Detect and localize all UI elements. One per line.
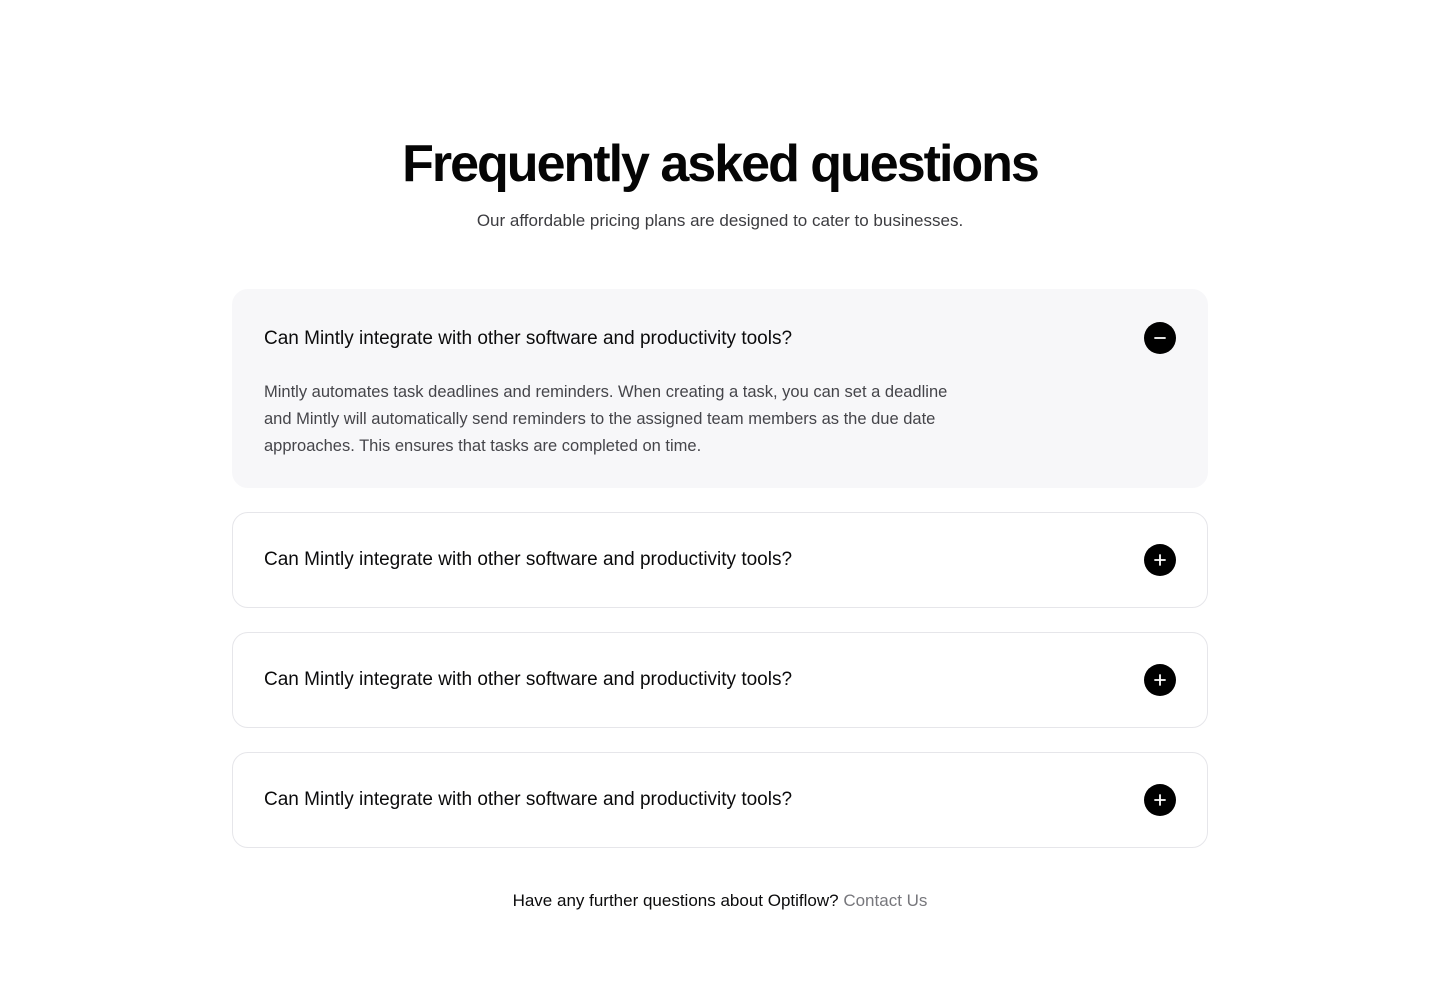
faq-list: Can Mintly integrate with other software… bbox=[232, 289, 1208, 872]
faq-question[interactable]: Can Mintly integrate with other software… bbox=[264, 547, 792, 573]
page-subtitle: Our affordable pricing plans are designe… bbox=[476, 211, 964, 230]
collapse-button[interactable] bbox=[1144, 322, 1176, 354]
page-title: Frequently asked questions bbox=[402, 135, 1040, 193]
plus-icon bbox=[1154, 554, 1166, 566]
faq-question[interactable]: Can Mintly integrate with other software… bbox=[264, 667, 792, 693]
expand-button[interactable] bbox=[1144, 664, 1176, 696]
faq-item-4[interactable]: Can Mintly integrate with other software… bbox=[232, 752, 1208, 848]
minus-icon bbox=[1154, 337, 1166, 339]
faq-item-3[interactable]: Can Mintly integrate with other software… bbox=[232, 632, 1208, 728]
contact-us-link[interactable]: Contact Us bbox=[843, 891, 927, 910]
faq-answer: Mintly automates task deadlines and remi… bbox=[264, 383, 948, 455]
plus-icon bbox=[1154, 794, 1166, 806]
faq-footer: Have any further questions about Optiflo… bbox=[0, 889, 1440, 913]
faq-question[interactable]: Can Mintly integrate with other software… bbox=[264, 787, 792, 813]
faq-section: Frequently asked questions Our affordabl… bbox=[0, 0, 1440, 1000]
faq-item-1[interactable]: Can Mintly integrate with other software… bbox=[232, 289, 1208, 488]
expand-button[interactable] bbox=[1144, 544, 1176, 576]
plus-icon bbox=[1154, 674, 1166, 686]
faq-item-2[interactable]: Can Mintly integrate with other software… bbox=[232, 512, 1208, 608]
footer-text: Have any further questions about Optiflo… bbox=[512, 891, 844, 910]
expand-button[interactable] bbox=[1144, 784, 1176, 816]
faq-question[interactable]: Can Mintly integrate with other software… bbox=[264, 326, 792, 352]
